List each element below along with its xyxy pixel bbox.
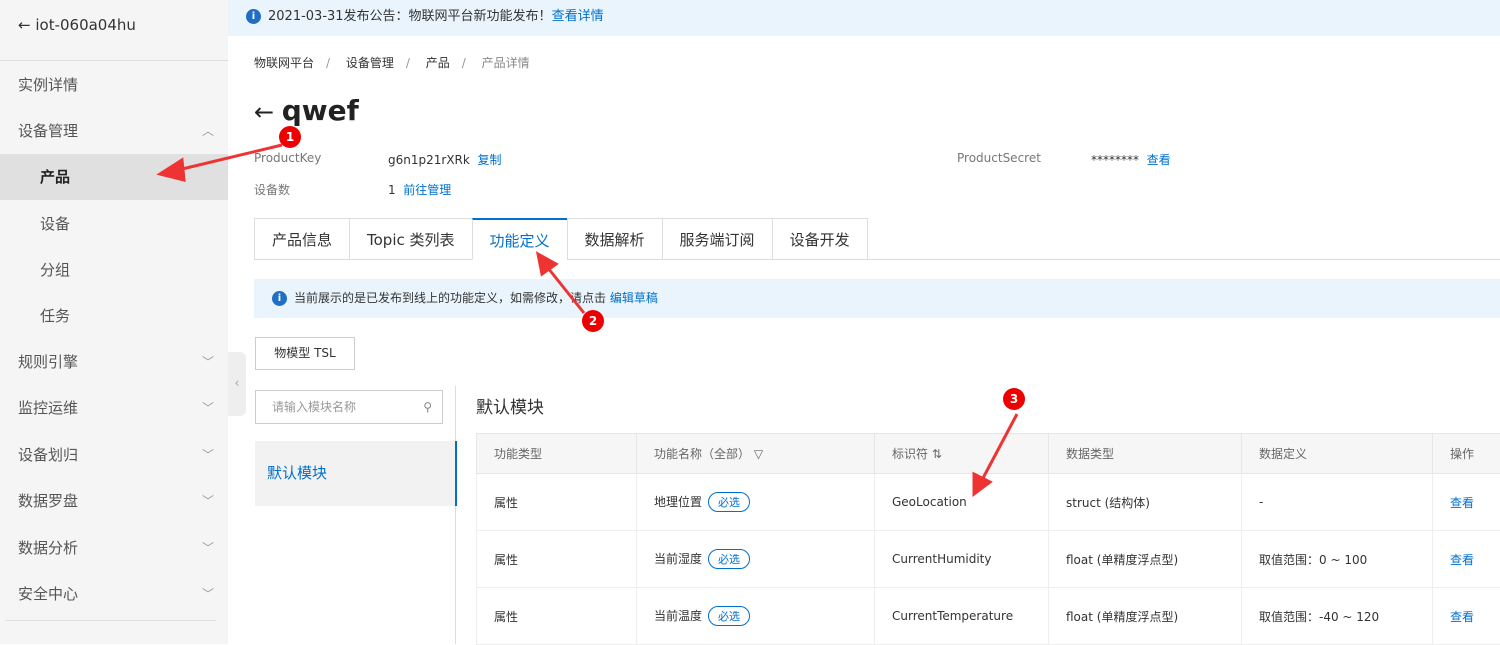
divider <box>0 60 228 61</box>
sidebar-item-task[interactable]: 任务 <box>0 293 228 339</box>
chevron-down-icon: ﹀ <box>202 385 214 431</box>
cell-identifier: CurrentHumidity <box>875 531 1049 588</box>
sidebar-item-monitor[interactable]: 监控运维﹀ <box>0 385 228 431</box>
productsecret-label: ProductSecret <box>957 151 1041 165</box>
chevron-up-icon: ︿ <box>202 108 214 154</box>
back-arrow-icon[interactable]: ← <box>254 98 282 126</box>
sidebar-item-instance[interactable]: 实例详情 <box>0 62 228 108</box>
chevron-down-icon: ﹀ <box>202 525 214 571</box>
collapse-sidebar-button[interactable]: ‹ <box>228 352 246 416</box>
back-arrow-icon: ← <box>18 16 35 34</box>
divider <box>455 386 456 644</box>
tsl-button[interactable]: 物模型 TSL <box>255 337 355 370</box>
filter-icon[interactable]: ▽ <box>754 447 763 461</box>
table-row: 属性 地理位置必选 GeoLocation struct (结构体) - 查看 <box>477 474 1500 531</box>
col-type: 功能类型 <box>477 434 637 474</box>
crumb-device-mgmt[interactable]: 设备管理 <box>346 56 394 70</box>
tab-server-subscription[interactable]: 服务端订阅 <box>662 218 772 260</box>
info-icon: i <box>272 291 287 306</box>
chevron-down-icon: ﹀ <box>202 571 214 617</box>
manage-link[interactable]: 前往管理 <box>403 183 451 197</box>
sidebar: ← iot-060a04hu 实例详情 设备管理︿ 产品 设备 分组 任务 规则… <box>0 0 228 644</box>
sidebar-item-product[interactable]: 产品 <box>0 154 228 200</box>
sidebar-item-group[interactable]: 分组 <box>0 247 228 293</box>
annotation-marker: 2 <box>582 310 604 332</box>
info-alert: i当前展示的是已发布到线上的功能定义，如需修改，请点击 编辑草稿 <box>254 279 1500 318</box>
tab-topic-list[interactable]: Topic 类列表 <box>349 218 472 260</box>
required-badge: 必选 <box>708 549 750 569</box>
cell-type: 属性 <box>477 588 637 645</box>
col-identifier[interactable]: 标识符 ⇅ <box>875 434 1049 474</box>
cell-data-def: - <box>1242 474 1433 531</box>
edit-draft-link[interactable]: 编辑草稿 <box>610 291 658 305</box>
breadcrumb: 物联网平台/ 设备管理/ 产品/ 产品详情 <box>254 54 530 71</box>
tab-function-definition[interactable]: 功能定义 <box>472 218 567 260</box>
cell-identifier: CurrentTemperature <box>875 588 1049 645</box>
view-link[interactable]: 查看 <box>1450 610 1474 624</box>
cell-name: 当前湿度必选 <box>637 531 875 588</box>
notice-link[interactable]: 查看详情 <box>552 9 604 24</box>
sidebar-item-rules[interactable]: 规则引擎﹀ <box>0 339 228 385</box>
copy-link[interactable]: 复制 <box>477 153 501 167</box>
chevron-down-icon: ﹀ <box>202 478 214 524</box>
col-name[interactable]: 功能名称（全部） ▽ <box>637 434 875 474</box>
cell-action: 查看 <box>1433 474 1500 531</box>
tab-bar: 产品信息 Topic 类列表 功能定义 数据解析 服务端订阅 设备开发 <box>254 218 868 260</box>
cell-data-type: float (单精度浮点型) <box>1049 588 1242 645</box>
chevron-down-icon: ﹀ <box>202 339 214 385</box>
required-badge: 必选 <box>708 606 750 626</box>
module-heading: 默认模块 <box>476 393 544 418</box>
chevron-down-icon: ﹀ <box>202 432 214 478</box>
cell-action: 查看 <box>1433 531 1500 588</box>
devices-value: 1 前往管理 <box>388 181 451 198</box>
view-secret-link[interactable]: 查看 <box>1147 153 1171 167</box>
cell-action: 查看 <box>1433 588 1500 645</box>
module-item-default[interactable]: 默认模块 <box>255 441 457 506</box>
col-data-type: 数据类型 <box>1049 434 1242 474</box>
sidebar-item-compass[interactable]: 数据罗盘﹀ <box>0 478 228 524</box>
productkey-value: g6n1p21rXRk 复制 <box>388 151 501 168</box>
annotation-marker: 3 <box>1003 388 1025 410</box>
divider <box>6 620 216 621</box>
cell-type: 属性 <box>477 474 637 531</box>
sidebar-item-device-mgmt[interactable]: 设备管理︿ <box>0 108 228 154</box>
cell-data-type: struct (结构体) <box>1049 474 1242 531</box>
tab-data-parsing[interactable]: 数据解析 <box>567 218 662 260</box>
cell-data-def: 取值范围：0 ~ 100 <box>1242 531 1433 588</box>
col-action: 操作 <box>1433 434 1500 474</box>
sidebar-item-device[interactable]: 设备 <box>0 201 228 247</box>
tab-product-info[interactable]: 产品信息 <box>254 218 349 260</box>
devices-label: 设备数 <box>254 181 290 198</box>
notice-bar: i2021-03-31发布公告：物联网平台新功能发布！查看详情 <box>228 0 1500 36</box>
search-icon[interactable]: ⚲ <box>423 391 432 423</box>
sidebar-item-analysis[interactable]: 数据分析﹀ <box>0 525 228 571</box>
cell-data-type: float (单精度浮点型) <box>1049 531 1242 588</box>
instance-back[interactable]: ← iot-060a04hu <box>18 16 136 34</box>
sidebar-item-assign[interactable]: 设备划归﹀ <box>0 432 228 478</box>
cell-identifier: GeoLocation <box>875 474 1049 531</box>
page-title: ← qwef <box>254 94 359 127</box>
cell-name: 当前温度必选 <box>637 588 875 645</box>
sidebar-item-security[interactable]: 安全中心﹀ <box>0 571 228 617</box>
cell-name: 地理位置必选 <box>637 474 875 531</box>
sort-icon[interactable]: ⇅ <box>932 447 942 461</box>
productsecret-value: ******** 查看 <box>1091 151 1171 168</box>
crumb-current: 产品详情 <box>482 56 530 70</box>
function-table: 功能类型 功能名称（全部） ▽ 标识符 ⇅ 数据类型 数据定义 操作 属性 地理… <box>476 433 1500 645</box>
view-link[interactable]: 查看 <box>1450 553 1474 567</box>
tab-device-development[interactable]: 设备开发 <box>772 218 868 260</box>
crumb-product[interactable]: 产品 <box>426 56 450 70</box>
table-row: 属性 当前湿度必选 CurrentHumidity float (单精度浮点型)… <box>477 531 1500 588</box>
module-search-input[interactable]: 请输入模块名称⚲ <box>255 390 443 424</box>
info-icon: i <box>246 9 261 24</box>
crumb-platform[interactable]: 物联网平台 <box>254 56 314 70</box>
view-link[interactable]: 查看 <box>1450 496 1474 510</box>
col-data-def: 数据定义 <box>1242 434 1433 474</box>
cell-type: 属性 <box>477 531 637 588</box>
required-badge: 必选 <box>708 492 750 512</box>
table-row: 属性 当前温度必选 CurrentTemperature float (单精度浮… <box>477 588 1500 645</box>
cell-data-def: 取值范围：-40 ~ 120 <box>1242 588 1433 645</box>
productkey-label: ProductKey <box>254 151 321 165</box>
annotation-marker: 1 <box>279 126 301 148</box>
